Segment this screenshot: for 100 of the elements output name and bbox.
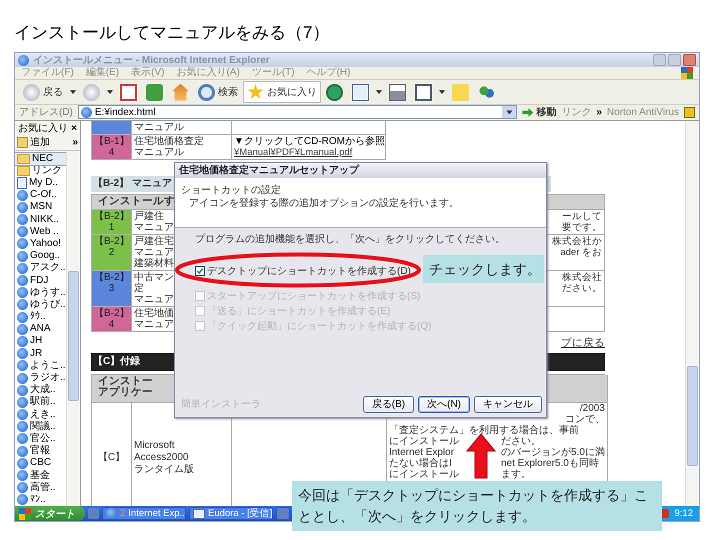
table-cell: 【B-2】 4 <box>92 307 132 332</box>
web-page-icon <box>17 433 28 444</box>
folder-icon <box>17 166 30 176</box>
favorite-item[interactable]: Goog.. <box>15 250 66 262</box>
web-page-icon <box>17 299 28 310</box>
favorite-item[interactable]: JH <box>15 335 66 348</box>
web-page-icon <box>17 360 28 372</box>
caret-icon <box>107 90 113 94</box>
favorite-item[interactable]: JR <box>15 348 66 360</box>
cell-text: にインストール <box>389 436 460 447</box>
add-button[interactable]: 追加 <box>17 135 50 150</box>
favorite-item[interactable]: 関議.. <box>15 420 66 433</box>
table-cell: 【B-2】 2 <box>92 235 132 271</box>
back-button[interactable]: 戻る <box>19 81 67 104</box>
favorite-item[interactable]: 官報 <box>15 445 66 458</box>
address-value: E:¥index.html <box>94 106 156 118</box>
web-page-icon <box>17 396 28 408</box>
favorite-item[interactable]: ﾀｳ.. <box>15 311 66 324</box>
printer-icon <box>389 84 406 101</box>
cell-text: コンで、 <box>564 414 605 425</box>
dialog-subheading: アイコンを登録する際の追加オプションの設定を行います。 <box>188 197 460 210</box>
favorite-item[interactable]: My D.. <box>15 176 66 190</box>
taskbar-button[interactable]: Eudora - [受信] <box>189 507 273 520</box>
scrollbar[interactable] <box>685 121 699 506</box>
scrollbar[interactable] <box>66 150 80 506</box>
cell-text: ださい。 <box>501 436 541 447</box>
quick-launch-icon <box>88 508 99 519</box>
folder-icon <box>17 154 30 164</box>
favorite-item[interactable]: 基金 <box>15 469 66 482</box>
favorite-item[interactable]: ANA <box>15 323 66 336</box>
web-page-icon <box>17 262 28 274</box>
file-path-link[interactable]: ¥Manual¥PDF¥Lmanual.pdf <box>234 147 352 158</box>
chevron-button[interactable]: » <box>596 106 602 118</box>
favorite-item[interactable]: 駅前.. <box>15 396 66 408</box>
favorite-item[interactable]: NEC <box>15 152 66 165</box>
address-label: アドレス(D) <box>19 106 73 120</box>
add-favorite-icon <box>17 136 28 148</box>
dropdown-button[interactable] <box>502 106 516 118</box>
favorite-item[interactable]: CBC <box>15 457 66 470</box>
favorite-item[interactable]: C-Of.. <box>15 189 66 202</box>
web-page-icon <box>17 190 28 201</box>
web-page-icon <box>17 458 28 469</box>
favorite-item[interactable]: Web .. <box>15 226 66 238</box>
web-page-icon <box>17 372 28 384</box>
favorite-item[interactable]: 官公.. <box>15 432 66 446</box>
favorite-item[interactable]: ﾏﾝ.. <box>15 494 66 506</box>
windows-logo-icon <box>681 67 693 80</box>
callout-text: 今回は「デスクトップにショートカットを作成する」こととし、「次へ」をクリックします。 <box>292 481 662 531</box>
table-cell: 【B-1】 4 <box>92 135 132 160</box>
web-page-icon <box>17 324 28 335</box>
note-icon <box>452 84 469 101</box>
address-field[interactable]: E:¥index.html <box>78 105 518 120</box>
web-page-icon <box>17 336 28 347</box>
favorite-item[interactable]: 高管.. <box>15 482 66 494</box>
go-button[interactable]: 移動 <box>522 105 556 120</box>
favorite-item[interactable]: ゆうび.. <box>15 298 66 311</box>
web-page-icon <box>18 54 29 66</box>
back-link[interactable]: ブに戻る <box>561 337 605 349</box>
close-button[interactable]: × <box>71 122 77 134</box>
web-page-icon <box>17 287 28 298</box>
favorite-item[interactable]: Yahoo! <box>15 238 66 250</box>
favorite-item[interactable]: ようこ.. <box>15 360 66 372</box>
table-cell: 【B-2】 1 <box>92 210 132 235</box>
cell-text: net Explorer5.0も同時 <box>501 458 599 469</box>
cell-text: Internet Explor <box>389 447 456 458</box>
table-cell: 住宅地価格査定 マニュアル <box>132 135 232 160</box>
window-title: インストールメニュー - Microsoft Internet Explorer <box>33 54 271 66</box>
favorite-item[interactable]: ゆうす.. <box>15 286 66 299</box>
favorites-button[interactable]: お気に入り <box>243 81 321 104</box>
favorite-item[interactable]: ラジオ.. <box>15 372 66 384</box>
favorite-item[interactable]: MSN <box>15 201 66 214</box>
dialog-button[interactable]: 次へ(N) <box>418 396 470 412</box>
favorite-item[interactable]: アスク.. <box>15 262 66 274</box>
search-icon <box>198 84 215 101</box>
chevron-button[interactable]: » <box>72 136 78 148</box>
cell-text: のバージョンが5.0に満 <box>501 447 605 458</box>
cell-text: 「査定システム」を利用する場合は、事前 <box>389 425 579 436</box>
favorite-item[interactable]: FDJ <box>15 274 66 287</box>
dialog-button[interactable]: キャンセル <box>474 396 542 412</box>
dialog-button[interactable]: 戻る(B) <box>362 396 414 412</box>
clock: 9:12 <box>674 508 693 519</box>
search-button[interactable]: 検索 <box>194 81 242 104</box>
favorite-item[interactable]: 大成.. <box>15 384 66 396</box>
favorite-item[interactable]: リンク <box>15 164 66 177</box>
web-page-icon <box>80 106 92 118</box>
checkbox[interactable] <box>195 266 205 276</box>
dialog-title: 住宅地価格査定マニュアルセットアップ <box>175 163 546 178</box>
web-page-icon <box>17 482 28 494</box>
favorite-item[interactable]: NIKK.. <box>15 214 66 226</box>
cell-text: ます。 <box>501 469 531 480</box>
web-page-icon <box>17 446 28 457</box>
web-page-icon <box>17 421 28 432</box>
web-page-icon <box>17 202 28 213</box>
cell-text: ▼クリックしてCD-ROMから参照 <box>234 136 383 147</box>
taskbar-button[interactable]: 2 Internet Exp.. <box>102 507 186 520</box>
window-count: 2 <box>120 508 126 519</box>
document-icon <box>17 177 27 190</box>
caret-icon <box>376 90 382 94</box>
web-page-icon <box>106 508 117 519</box>
favorite-item[interactable]: えき.. <box>15 408 66 421</box>
